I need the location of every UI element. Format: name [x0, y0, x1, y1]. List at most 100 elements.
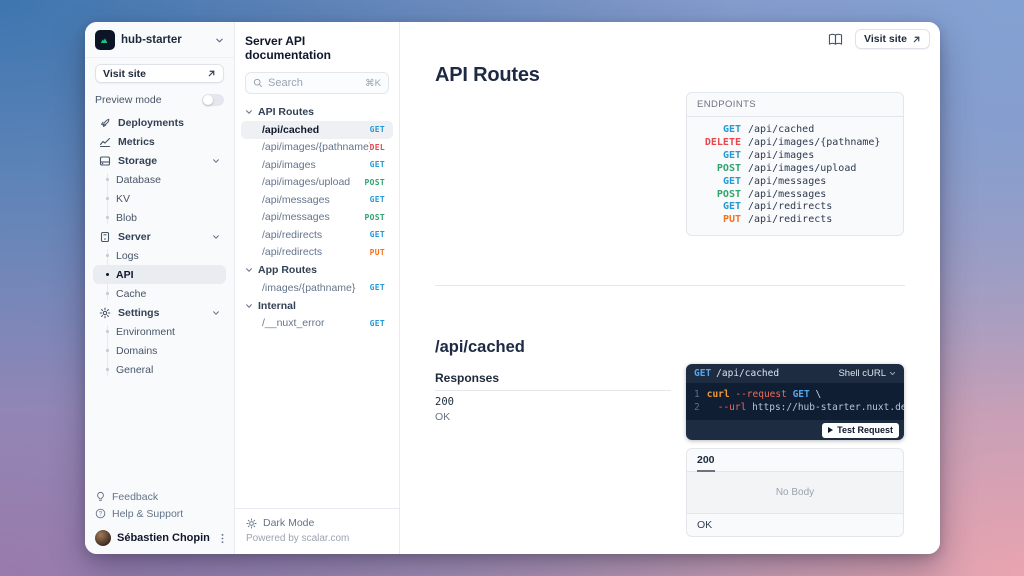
sidebar-item-server[interactable]: Server [93, 227, 226, 246]
sidebar-item-blob[interactable]: Blob [93, 208, 226, 227]
preview-mode-toggle[interactable] [202, 94, 224, 106]
route-path: /api/images [262, 159, 370, 171]
method-badge: GET [370, 195, 385, 204]
code-token: --url [718, 402, 747, 413]
dark-mode-toggle[interactable]: Dark Mode [246, 517, 388, 529]
dots-vertical-icon[interactable] [221, 533, 224, 544]
request-path: /api/cached [716, 368, 833, 379]
section-label: App Routes [258, 264, 317, 276]
route-path: /api/messages [262, 211, 365, 223]
arrow-up-right-icon [912, 35, 921, 44]
method-badge: GET [370, 230, 385, 239]
route-item[interactable]: /api/cachedGET [241, 121, 393, 139]
endpoint-row[interactable]: GET/api/redirects [697, 201, 893, 214]
endpoint-row[interactable]: POST/api/messages [697, 189, 893, 202]
method-badge: POST [365, 178, 385, 187]
response-footer: OK [687, 514, 903, 536]
endpoint-path: /api/images/upload [748, 163, 856, 176]
chevron-down-icon [889, 370, 896, 377]
workspace-switcher[interactable]: hub-starter [85, 22, 234, 58]
sidebar-item-label: Blob [116, 212, 137, 224]
endpoint-row[interactable]: GET/api/images [697, 150, 893, 163]
visit-site-button-main[interactable]: Visit site [855, 29, 930, 49]
dark-mode-label: Dark Mode [263, 517, 314, 529]
sidebar-item-kv[interactable]: KV [93, 189, 226, 208]
route-item[interactable]: /api/redirectsGET [241, 226, 393, 244]
route-item[interactable]: /api/imagesGET [241, 156, 393, 174]
preview-mode-row: Preview mode [95, 94, 224, 106]
route-item[interactable]: /api/messagesGET [241, 191, 393, 209]
endpoint-row[interactable]: DELETE/api/images/{pathname} [697, 137, 893, 150]
code-token: --request [735, 389, 786, 400]
sidebar-item-cache[interactable]: Cache [93, 284, 226, 303]
sidebar-item-api[interactable]: API [93, 265, 226, 284]
help-circle-icon: ? [95, 508, 106, 519]
route-item[interactable]: /images/{pathname}GET [241, 279, 393, 297]
endpoint-method: GET [697, 176, 741, 189]
route-path: /api/cached [262, 124, 370, 136]
help-support-label: Help & Support [112, 508, 183, 520]
route-path: /__nuxt_error [262, 317, 370, 329]
request-example-card: GET /api/cached Shell cURL 1curl --reque… [686, 364, 904, 440]
route-path: /images/{pathname} [262, 282, 370, 294]
endpoint-method: PUT [697, 214, 741, 227]
method-badge: PUT [370, 248, 385, 257]
server-subgroup: Logs API Cache [93, 246, 226, 303]
chevron-down-icon [212, 233, 220, 241]
endpoint-row[interactable]: GET/api/messages [697, 176, 893, 189]
sidebar-item-label: Metrics [118, 136, 155, 148]
sidebar-item-general[interactable]: General [93, 360, 226, 379]
language-selector[interactable]: Shell cURL [838, 368, 896, 379]
settings-subgroup: Environment Domains General [93, 322, 226, 379]
route-item[interactable]: /api/images/uploadPOST [241, 174, 393, 192]
visit-site-button[interactable]: Visit site [95, 64, 224, 83]
code-line: 1curl --request GET \ [694, 388, 896, 401]
chevron-down-icon [245, 108, 253, 116]
sidebar-item-settings[interactable]: Settings [93, 303, 226, 322]
response-tabs: 200 [687, 449, 903, 472]
sidebar-footer: Feedback ? Help & Support Sébastien Chop… [85, 488, 234, 554]
route-item[interactable]: /api/messagesPOST [241, 209, 393, 227]
sidebar-item-storage[interactable]: Storage [93, 151, 226, 170]
tab-200[interactable]: 200 [697, 449, 715, 471]
endpoint-path: /api/cached [748, 124, 814, 137]
search-input[interactable] [268, 77, 360, 89]
route-item[interactable]: /__nuxt_errorGET [241, 315, 393, 333]
endpoints-list: GET/api/cached DELETE/api/images/{pathna… [687, 117, 903, 235]
test-request-button[interactable]: Test Request [822, 423, 899, 438]
sidebar-item-domains[interactable]: Domains [93, 341, 226, 360]
book-icon[interactable] [828, 33, 843, 46]
feedback-button[interactable]: Feedback [95, 488, 224, 505]
section-app-routes[interactable]: App Routes [241, 261, 393, 279]
route-item[interactable]: /api/redirectsPUT [241, 244, 393, 262]
code-token: \ [815, 389, 821, 400]
section-internal[interactable]: Internal [241, 297, 393, 315]
endpoint-row[interactable]: POST/api/images/upload [697, 163, 893, 176]
route-path: /api/redirects [262, 229, 370, 241]
user-menu[interactable]: Sébastien Chopin [95, 530, 224, 546]
code-block[interactable]: 1curl --request GET \ 2--url https://hub… [686, 383, 904, 420]
sidebar-item-logs[interactable]: Logs [93, 246, 226, 265]
responses-divider [435, 390, 671, 391]
endpoint-row[interactable]: GET/api/cached [697, 124, 893, 137]
arrow-up-right-icon [207, 69, 216, 78]
code-token: https://hub-starter.nuxt.dev/api [752, 402, 904, 413]
sidebar-item-deployments[interactable]: Deployments [93, 113, 226, 132]
sidebar-item-environment[interactable]: Environment [93, 322, 226, 341]
preview-mode-label: Preview mode [95, 94, 162, 106]
endpoint-method: POST [697, 189, 741, 202]
help-support-button[interactable]: ? Help & Support [95, 505, 224, 522]
section-api-routes[interactable]: API Routes [241, 103, 393, 121]
page-title: API Routes [435, 64, 540, 87]
sidebar-item-metrics[interactable]: Metrics [93, 132, 226, 151]
endpoint-path: /api/images [748, 150, 814, 163]
route-item[interactable]: /api/images/{pathname}DEL [241, 139, 393, 157]
response-status-text: OK [435, 411, 450, 423]
workspace-name: hub-starter [121, 34, 209, 46]
sidebar-item-label: Environment [116, 326, 175, 338]
search-box[interactable]: ⌘K [245, 72, 389, 94]
endpoint-row[interactable]: PUT/api/redirects [697, 214, 893, 227]
sidebar-item-database[interactable]: Database [93, 170, 226, 189]
endpoint-method: GET [697, 201, 741, 214]
powered-by-link[interactable]: Powered by scalar.com [246, 533, 388, 544]
